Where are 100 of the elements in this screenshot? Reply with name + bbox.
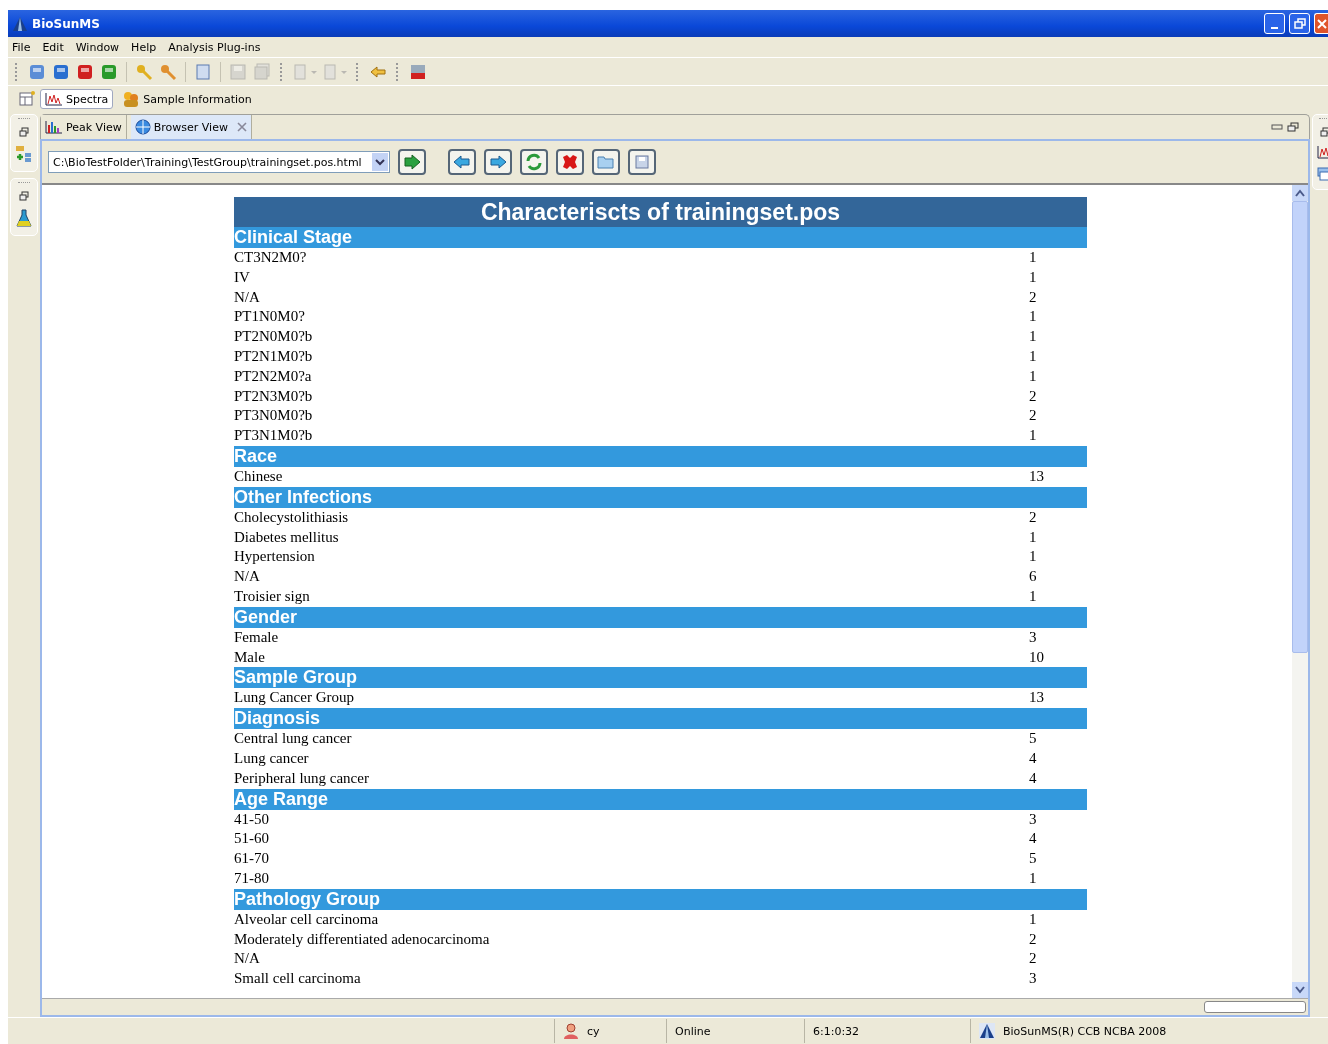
scroll-down-icon[interactable]: [1295, 986, 1305, 994]
view-tab[interactable]: Peak View: [41, 115, 127, 139]
table-cell-text: IV: [234, 267, 251, 287]
table-cell-text: 41-50: [234, 809, 270, 829]
minimize-icon[interactable]: [1271, 123, 1283, 131]
knn-icon[interactable]: [409, 62, 427, 81]
table-cell-text: Lung cancer: [234, 748, 310, 768]
forward-icon: [489, 155, 507, 169]
table-cell-text: Male: [234, 647, 266, 667]
restore-button[interactable]: [1289, 13, 1310, 34]
table-cell-text: 3: [1029, 627, 1038, 647]
dropdown-icon[interactable]: [372, 153, 388, 171]
forward-button[interactable]: [484, 149, 512, 175]
close-icon[interactable]: [236, 122, 247, 132]
table-cell-text: Peripheral lung cancer: [234, 768, 370, 788]
minimize-icon: [1271, 26, 1278, 29]
table-cell-text: 10: [1029, 647, 1045, 667]
table-cell-text: PT3N0M0?b: [234, 406, 314, 426]
section-heading: Age Range: [234, 788, 1087, 810]
table-cell-text: 2: [1029, 507, 1038, 527]
open-folder-button[interactable]: [592, 149, 620, 175]
bar-chart-icon: [45, 120, 63, 134]
table-cell-text: Cholecystolithiasis: [234, 507, 350, 527]
refresh-icon: [525, 153, 543, 171]
table-cell-text: N/A: [234, 567, 261, 587]
scrollbar[interactable]: [1292, 185, 1308, 998]
restore-icon[interactable]: [19, 191, 29, 201]
scroll-up-icon[interactable]: [1295, 189, 1305, 197]
hierarchy-icon[interactable]: [15, 145, 33, 163]
table-cell-text: 13: [1029, 466, 1045, 486]
go-icon: [403, 154, 421, 170]
section-heading: Sample Group: [234, 667, 1087, 689]
table-cell-text: Central lung cancer: [234, 729, 353, 749]
table-cell-text: 2: [1029, 929, 1038, 949]
table-cell-text: CT3N2M0?: [234, 248, 308, 267]
table-cell-text: 5: [1029, 849, 1038, 869]
section-heading: Gender: [234, 606, 1087, 628]
table-cell-text: Diabetes mellitus: [234, 527, 340, 547]
table-cell-text: 5: [1029, 729, 1038, 749]
table-cell-text: 2: [1029, 406, 1038, 426]
table-cell-text: 61-70: [234, 849, 270, 869]
table-cell-text: 2: [1029, 386, 1038, 406]
view-tab[interactable]: Browser View: [130, 115, 252, 139]
perspective-tab[interactable]: Spectra: [40, 89, 114, 109]
table-cell-text: PT2N0M0?b: [234, 327, 314, 347]
table-cell-text: 3: [1029, 809, 1038, 829]
section-heading: Other Infections: [234, 486, 1087, 508]
table-cell-text: PT3N1M0?b: [234, 426, 314, 446]
restore-icon: [1293, 17, 1306, 30]
menu-item[interactable]: Edit: [42, 40, 64, 54]
menu-item[interactable]: Help: [131, 40, 157, 54]
folder-icon: [597, 154, 615, 170]
table-cell-text: 1: [1029, 426, 1038, 446]
back-button[interactable]: [448, 149, 476, 175]
table-cell-text: 1: [1029, 248, 1038, 267]
table-cell-text: 2: [1029, 949, 1038, 969]
restore-icon[interactable]: [1287, 122, 1299, 132]
section-heading: Race: [234, 445, 1087, 467]
menu-item[interactable]: File: [12, 40, 31, 54]
table-cell-text: PT1N0M0?: [234, 307, 306, 327]
user-name: cy: [587, 1024, 600, 1038]
table-cell-text: Female: [234, 627, 280, 647]
table-cell-text: 1: [1029, 327, 1038, 347]
app-logo-icon: [979, 1023, 995, 1039]
back-icon: [453, 155, 471, 169]
table-cell-text: Moderately differentiated adenocarcinoma: [234, 929, 491, 949]
close-button[interactable]: [1314, 13, 1328, 34]
table-cell-text: Lung Cancer Group: [234, 688, 355, 708]
go-button[interactable]: [398, 149, 426, 175]
open-perspective-icon[interactable]: [18, 90, 36, 108]
stop-button[interactable]: [556, 149, 584, 175]
table-cell-text: 1: [1029, 267, 1038, 287]
section-heading: Pathology Group: [234, 888, 1087, 910]
perspective-tab[interactable]: Sample Information: [117, 88, 257, 110]
table-cell-text: 3: [1029, 969, 1038, 989]
table-cell-text: 1: [1029, 527, 1038, 547]
table-cell-text: Chinese: [234, 466, 284, 486]
refresh-button[interactable]: [520, 149, 548, 175]
table-cell-text: 1: [1029, 586, 1038, 606]
restore-icon[interactable]: [1320, 127, 1328, 137]
menu-item[interactable]: Window: [75, 40, 120, 54]
table-cell-text: Small cell carcinoma: [234, 969, 362, 989]
table-cell-text: 1: [1029, 547, 1038, 567]
address-field[interactable]: C:\BioTestFolder\Training\TestGroup\trainingset.pos.html: [48, 151, 390, 173]
menu-item[interactable]: Analysis Plug-ins: [168, 40, 261, 54]
table-cell-text: N/A: [234, 287, 261, 307]
table-cell-text: 1: [1029, 909, 1038, 929]
table-cell-text: 71-80: [234, 868, 270, 888]
table-cell-text: 1: [1029, 868, 1038, 888]
table-cell-text: 1: [1029, 347, 1038, 366]
stop-icon: [561, 154, 579, 170]
table-cell-text: 1: [1029, 366, 1038, 386]
save-button[interactable]: [628, 149, 656, 175]
connection-status: Online: [675, 1024, 711, 1038]
restore-icon[interactable]: [19, 127, 29, 137]
table-cell-text: PT2N2M0?a: [234, 366, 313, 386]
table-cell-text: N/A: [234, 949, 261, 969]
table-cell-text: 51-60: [234, 829, 270, 849]
minimize-button[interactable]: [1264, 13, 1285, 34]
flask-icon[interactable]: [16, 209, 32, 227]
